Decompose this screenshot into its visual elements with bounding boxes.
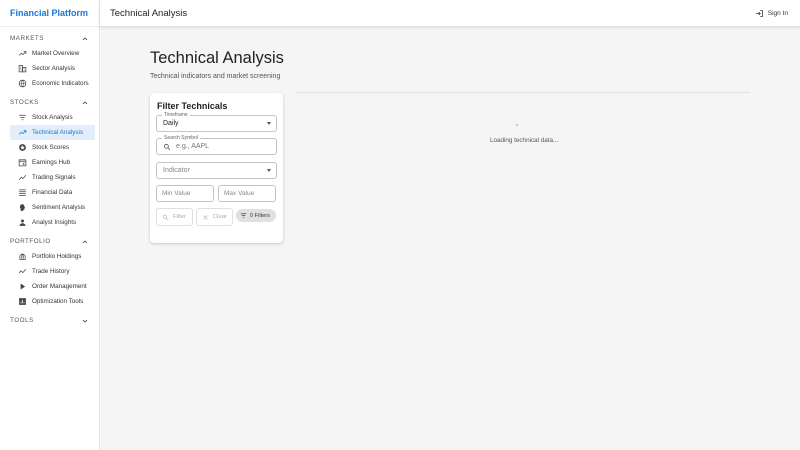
- sidebar-item-economic-indicators[interactable]: Economic Indicators: [10, 76, 95, 91]
- sidebar-item-optimization-tools[interactable]: Optimization Tools: [10, 294, 95, 309]
- close-icon: [203, 214, 208, 220]
- trending-up-icon: [16, 48, 28, 60]
- sidebar: Financial Platform MARKETS Market Overvi…: [0, 0, 100, 450]
- trending-up-icon: [16, 127, 28, 139]
- results-divider: [296, 92, 750, 93]
- sidebar-item-analyst-insights[interactable]: Analyst Insights: [10, 215, 95, 230]
- sidebar-item-sentiment-analysis[interactable]: Sentiment Analysis: [10, 200, 95, 215]
- timeframe-value: Daily: [163, 120, 179, 127]
- assessment-icon: [16, 296, 28, 308]
- filters-count-chip[interactable]: 0 Filters: [236, 209, 276, 222]
- brand-title[interactable]: Financial Platform: [0, 0, 99, 27]
- filter-button[interactable]: Filter: [156, 208, 193, 226]
- section-markets-header[interactable]: MARKETS: [0, 31, 99, 46]
- chevron-up-icon: [82, 36, 88, 40]
- dropdown-arrow-icon: [267, 122, 271, 125]
- sidebar-item-trading-signals[interactable]: Trading Signals: [10, 170, 95, 185]
- sidebar-item-earnings-hub[interactable]: Earnings Hub: [10, 155, 95, 170]
- globe-icon: [16, 78, 28, 90]
- sidebar-item-order-management[interactable]: Order Management: [10, 279, 95, 294]
- sidebar-item-technical-analysis[interactable]: Technical Analysis: [10, 125, 95, 140]
- login-icon: [755, 9, 763, 17]
- top-app-bar: Technical Analysis Sign In: [100, 0, 800, 27]
- search-icon: [163, 143, 171, 150]
- indicator-select[interactable]: Indicator: [156, 162, 277, 179]
- page-title: Technical Analysis: [150, 49, 284, 67]
- clear-button[interactable]: Clear: [196, 208, 233, 226]
- min-value-input[interactable]: Min Value: [156, 185, 214, 202]
- timeframe-label: Timeframe: [162, 112, 190, 118]
- chevron-up-icon: [82, 239, 88, 243]
- sidebar-item-financial-data[interactable]: Financial Data: [10, 185, 95, 200]
- section-stocks-header[interactable]: STOCKS: [0, 95, 99, 110]
- play-icon: [16, 281, 28, 293]
- person-icon: [16, 217, 28, 229]
- filter-card-title: Filter Technicals: [157, 101, 228, 111]
- topbar-title: Technical Analysis: [110, 7, 188, 19]
- chevron-down-icon: [82, 319, 88, 323]
- sign-in-button[interactable]: Sign In: [755, 9, 788, 18]
- sidebar-item-portfolio-holdings[interactable]: Portfolio Holdings: [10, 249, 95, 264]
- search-symbol-label: Search Symbol: [162, 135, 200, 141]
- sidebar-item-stock-analysis[interactable]: Stock Analysis: [10, 110, 95, 125]
- sidebar-item-sector-analysis[interactable]: Sector Analysis: [10, 61, 95, 76]
- max-value-input[interactable]: Max Value: [218, 185, 276, 202]
- sidebar-item-trade-history[interactable]: Trade History: [10, 264, 95, 279]
- loading-text: Loading technical data...: [490, 137, 559, 144]
- bank-icon: [16, 251, 28, 263]
- filter-list-icon: [240, 213, 247, 218]
- psychology-icon: [16, 202, 28, 214]
- dropdown-arrow-icon: [267, 169, 271, 172]
- chevron-up-icon: [82, 100, 88, 104]
- calendar-icon: [16, 157, 28, 169]
- score-icon: [16, 142, 28, 154]
- page-subtitle: Technical indicators and market screenin…: [150, 73, 281, 80]
- loading-spinner: [516, 124, 518, 126]
- section-portfolio-header[interactable]: PORTFOLIO: [0, 234, 99, 249]
- search-symbol-input[interactable]: [176, 143, 266, 150]
- section-tools-header[interactable]: TOOLS: [0, 313, 99, 328]
- business-icon: [16, 63, 28, 75]
- list-icon: [16, 187, 28, 199]
- timeline-icon: [16, 266, 28, 278]
- filter-list-icon: [16, 112, 28, 124]
- timeframe-select[interactable]: Timeframe Daily: [156, 112, 277, 132]
- search-symbol-field[interactable]: Search Symbol: [156, 135, 277, 155]
- sidebar-item-market-overview[interactable]: Market Overview: [10, 46, 95, 61]
- sidebar-item-stock-scores[interactable]: Stock Scores: [10, 140, 95, 155]
- indicator-placeholder: Indicator: [163, 167, 190, 174]
- search-icon: [162, 214, 169, 220]
- show-chart-icon: [16, 172, 28, 184]
